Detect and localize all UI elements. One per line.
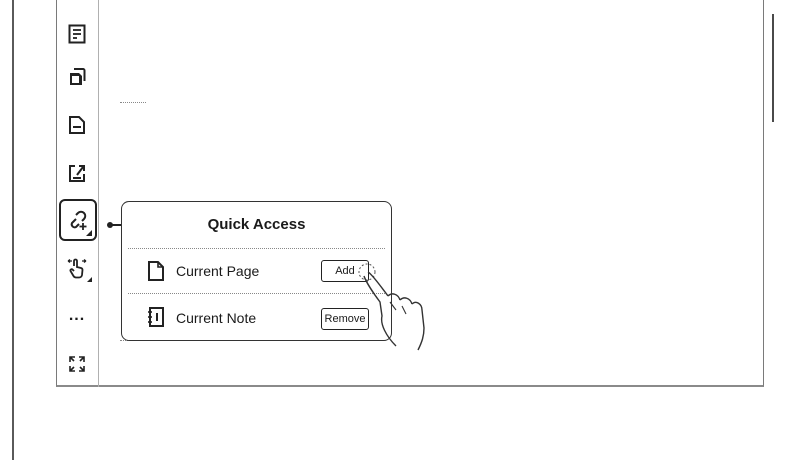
link-add-icon: [70, 210, 87, 230]
current-page-label: Current Page: [176, 263, 260, 279]
copy-pages-button[interactable]: [56, 57, 98, 97]
page-icon: [148, 261, 164, 281]
submenu-indicator: [87, 277, 92, 282]
popup-connector-line: [112, 224, 121, 226]
delete-page-button[interactable]: [56, 105, 98, 145]
more-icon: ...: [68, 307, 86, 324]
copy-pages-icon: [70, 68, 86, 85]
page-list-icon: [68, 24, 86, 44]
notebook-icon: [148, 307, 164, 327]
gesture-button[interactable]: [56, 248, 98, 288]
expand-icon: [69, 356, 85, 372]
popup-divider: [128, 248, 385, 249]
touch-gesture-icon: [67, 258, 87, 279]
scrollbar[interactable]: [772, 14, 774, 122]
submenu-indicator: [86, 230, 92, 236]
toolbar-separator: [120, 102, 146, 104]
popup-title: Quick Access: [207, 216, 306, 233]
page-list-button[interactable]: [56, 14, 98, 54]
more-button[interactable]: ...: [56, 296, 98, 336]
tap-hand-illustration: [358, 263, 425, 351]
quick-access-button[interactable]: [59, 199, 97, 241]
export-button[interactable]: [56, 153, 98, 193]
expand-button[interactable]: [56, 344, 98, 384]
delete-page-icon: [69, 116, 85, 134]
side-toolbar: ...: [56, 0, 146, 387]
current-note-label: Current Note: [176, 310, 257, 326]
export-icon: [69, 165, 85, 182]
popup-divider: [128, 293, 385, 294]
left-frame-line: [12, 0, 14, 460]
